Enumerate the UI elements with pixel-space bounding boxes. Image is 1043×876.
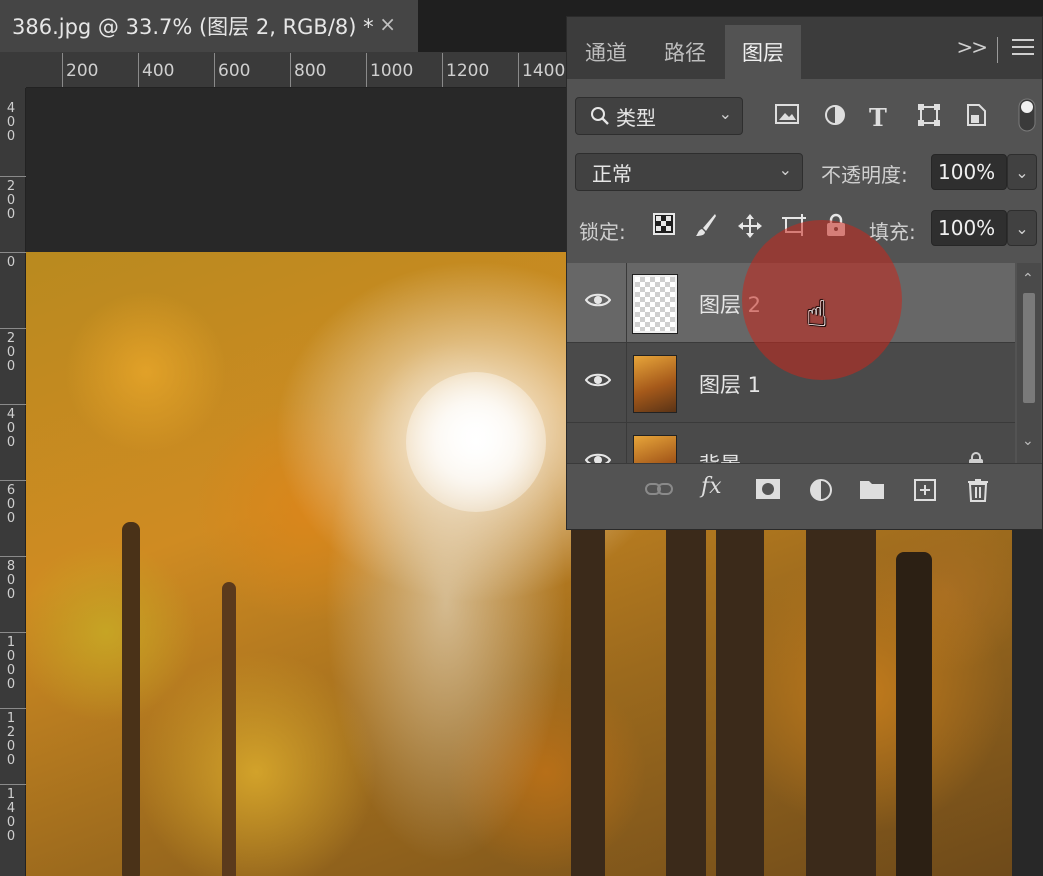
- chevron-down-icon: ⌄: [778, 160, 792, 179]
- adjustment-layer-icon[interactable]: [809, 478, 833, 508]
- ruler-label: 2 0 0: [6, 179, 16, 222]
- filter-label: 类型: [616, 105, 656, 130]
- ruler-label: 1 4 0 0: [6, 787, 16, 844]
- ruler-label: 2 0 0: [6, 331, 16, 374]
- group-folder-icon[interactable]: [859, 478, 885, 506]
- ruler-label: 1400: [522, 61, 566, 81]
- ruler-label: 600: [218, 61, 251, 81]
- add-mask-icon[interactable]: [755, 478, 781, 506]
- type-filter-icon[interactable]: T: [869, 103, 887, 132]
- search-icon: [591, 107, 609, 125]
- vertical-ruler[interactable]: 4 0 0 2 0 0 0 2 0 0 4 0 0 6 0 0 8 0 0 1 …: [0, 88, 26, 876]
- tab-channels[interactable]: 通道: [567, 25, 645, 79]
- layer-actions-bar: fx: [567, 463, 1042, 529]
- ruler-label: 1200: [446, 61, 490, 81]
- scroll-up-icon[interactable]: ⌃: [1022, 271, 1034, 287]
- layer-name[interactable]: 图层 1: [699, 369, 761, 399]
- ruler-label: 6 0 0: [6, 483, 16, 526]
- ruler-label: 1 2 0 0: [6, 711, 16, 768]
- visibility-eye-icon[interactable]: [584, 289, 612, 314]
- layer-name[interactable]: 背景: [699, 449, 741, 463]
- opacity-slider-toggle[interactable]: ⌄: [1007, 154, 1037, 190]
- opacity-label: 不透明度:: [821, 163, 908, 187]
- link-layers-icon[interactable]: [645, 478, 673, 503]
- lock-transparency-icon[interactable]: [653, 213, 675, 241]
- chevron-down-icon: ⌄: [718, 104, 732, 123]
- fill-field[interactable]: 100%: [931, 210, 1007, 246]
- shape-filter-icon[interactable]: [917, 103, 941, 133]
- ruler-label: 800: [294, 61, 327, 81]
- tab-divider: [997, 37, 998, 63]
- ruler-label: 8 0 0: [6, 559, 16, 602]
- ruler-label: 200: [66, 61, 99, 81]
- fill-slider-toggle[interactable]: ⌄: [1007, 210, 1037, 246]
- hand-cursor-icon: ☝: [806, 294, 828, 335]
- panel-tab-bar: 通道 路径 图层 >>: [567, 17, 1042, 79]
- collapse-panel-icon[interactable]: >>: [956, 35, 987, 59]
- ruler-label: 400: [142, 61, 175, 81]
- lock-pixels-brush-icon[interactable]: [695, 213, 717, 243]
- layer-row-background[interactable]: 背景: [567, 423, 1015, 463]
- blend-mode-dropdown[interactable]: 正常 ⌄: [575, 153, 803, 191]
- layer-thumbnail[interactable]: [632, 274, 678, 334]
- ruler-label: 0: [6, 255, 16, 270]
- visibility-eye-icon[interactable]: [584, 449, 612, 463]
- scroll-down-icon[interactable]: ⌄: [1022, 433, 1034, 449]
- layer-lock-icon: [967, 451, 985, 463]
- adjustment-filter-icon[interactable]: [823, 103, 847, 133]
- opacity-field[interactable]: 100%: [931, 154, 1007, 190]
- fx-icon[interactable]: fx: [701, 474, 722, 499]
- ruler-label: 1 0 0 0: [6, 635, 16, 692]
- ruler-label: 4 0 0: [6, 101, 16, 144]
- filter-toggle-switch[interactable]: [1017, 97, 1037, 139]
- layer-filter-dropdown[interactable]: 类型 ⌄: [575, 97, 743, 135]
- tab-paths[interactable]: 路径: [645, 25, 725, 79]
- ruler-corner: [0, 52, 26, 88]
- ruler-label: 4 0 0: [6, 407, 16, 450]
- image-filter-icon[interactable]: [775, 103, 799, 131]
- close-icon[interactable]: ×: [379, 12, 396, 36]
- document-tab-title: 386.jpg @ 33.7% (图层 2, RGB/8) *: [12, 15, 374, 39]
- blend-mode-value: 正常: [592, 161, 632, 186]
- sun-flare: [406, 372, 546, 512]
- panel-menu-icon[interactable]: [1012, 39, 1034, 55]
- document-tab[interactable]: 386.jpg @ 33.7% (图层 2, RGB/8) * ×: [0, 0, 418, 52]
- layer-list-scrollbar[interactable]: ⌃ ⌄: [1017, 263, 1041, 463]
- new-layer-icon[interactable]: [913, 478, 937, 508]
- scroll-thumb[interactable]: [1023, 293, 1035, 403]
- smart-object-filter-icon[interactable]: [965, 103, 987, 133]
- ruler-label: 1000: [370, 61, 414, 81]
- layer-thumbnail[interactable]: [633, 355, 677, 413]
- lock-position-move-icon[interactable]: [737, 213, 763, 245]
- visibility-eye-icon[interactable]: [584, 369, 612, 394]
- layer-thumbnail[interactable]: [633, 435, 677, 463]
- tab-layers[interactable]: 图层: [725, 25, 801, 79]
- lock-label: 锁定:: [579, 220, 626, 244]
- trash-icon[interactable]: [967, 478, 989, 508]
